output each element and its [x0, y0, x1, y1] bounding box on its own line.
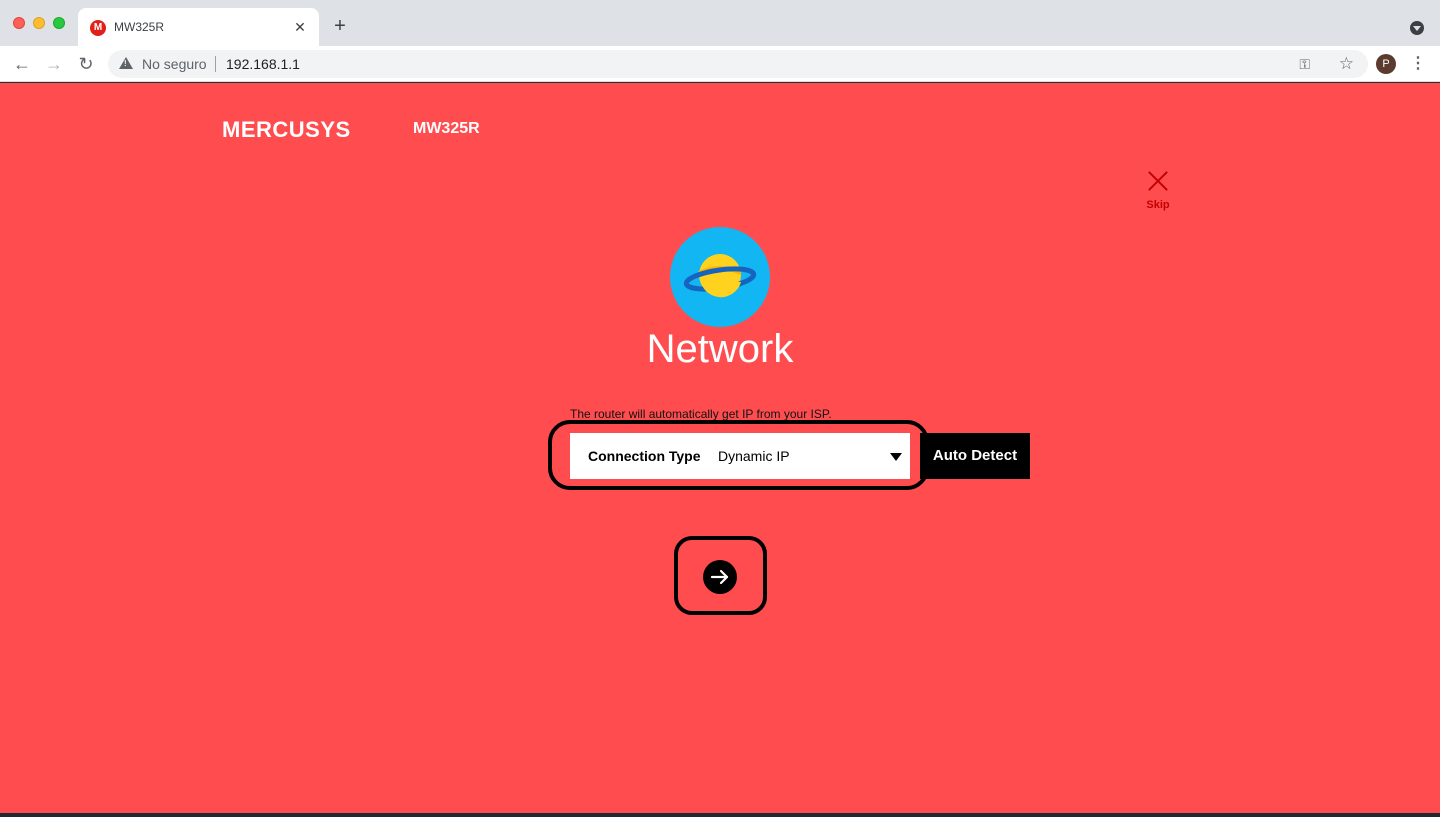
connection-type-value[interactable]: Dynamic IP: [718, 448, 790, 464]
brand-logo: MERCUSYS: [222, 117, 351, 142]
password-key-icon[interactable]: ⚿: [1299, 56, 1310, 73]
tab-title: MW325R: [114, 20, 165, 34]
connection-hint: The router will automatically get IP fro…: [570, 407, 832, 421]
connection-type-select[interactable]: Connection Type Dynamic IP: [570, 433, 910, 479]
back-arrow-icon[interactable]: ←: [10, 52, 34, 76]
tab-close-icon[interactable]: ✕: [291, 18, 309, 36]
browser-tab[interactable]: M MW325R ✕: [78, 8, 319, 46]
bookmark-star-icon[interactable]: ☆: [1339, 54, 1354, 74]
address-bar[interactable]: No seguro 192.168.1.1 ⚿ ☆: [108, 50, 1368, 78]
browser-menu-icon[interactable]: ⋮: [1410, 52, 1426, 76]
window-close-button[interactable]: [13, 17, 25, 29]
window-minimize-button[interactable]: [33, 17, 45, 29]
tab-search-icon[interactable]: [1410, 21, 1424, 35]
dropdown-caret-icon[interactable]: [890, 453, 902, 461]
profile-avatar[interactable]: P: [1376, 54, 1396, 74]
next-button[interactable]: [703, 560, 737, 594]
close-x-icon[interactable]: [1146, 169, 1170, 193]
not-secure-warning-icon[interactable]: [119, 57, 133, 69]
page-title: Network: [646, 327, 794, 371]
reload-icon[interactable]: ↻: [74, 52, 98, 76]
arrow-right-icon[interactable]: [703, 560, 737, 594]
forward-arrow-icon[interactable]: →: [42, 52, 66, 76]
new-tab-button[interactable]: +: [330, 16, 350, 36]
address-divider: [215, 56, 216, 72]
browser-toolbar: ← → ↻ No seguro 192.168.1.1 ⚿ ☆ P ⋮: [0, 46, 1440, 82]
skip-label[interactable]: Skip: [1140, 199, 1176, 211]
window-zoom-button[interactable]: [53, 17, 65, 29]
skip-button[interactable]: Skip: [1140, 169, 1176, 211]
connection-type-label: Connection Type: [588, 448, 701, 464]
model-label: MW325R: [413, 120, 480, 137]
url-text[interactable]: 192.168.1.1: [226, 56, 300, 72]
network-planet-icon: [670, 227, 770, 327]
browser-titlebar: M MW325R ✕ +: [0, 0, 1440, 46]
security-status-label[interactable]: No seguro: [142, 56, 207, 72]
mercusys-favicon-icon: M: [90, 20, 106, 36]
auto-detect-button[interactable]: Auto Detect: [920, 433, 1030, 479]
setup-page: MERCUSYS MW325R Skip Network The router …: [0, 83, 1440, 813]
desktop-background-strip: [0, 813, 1440, 817]
